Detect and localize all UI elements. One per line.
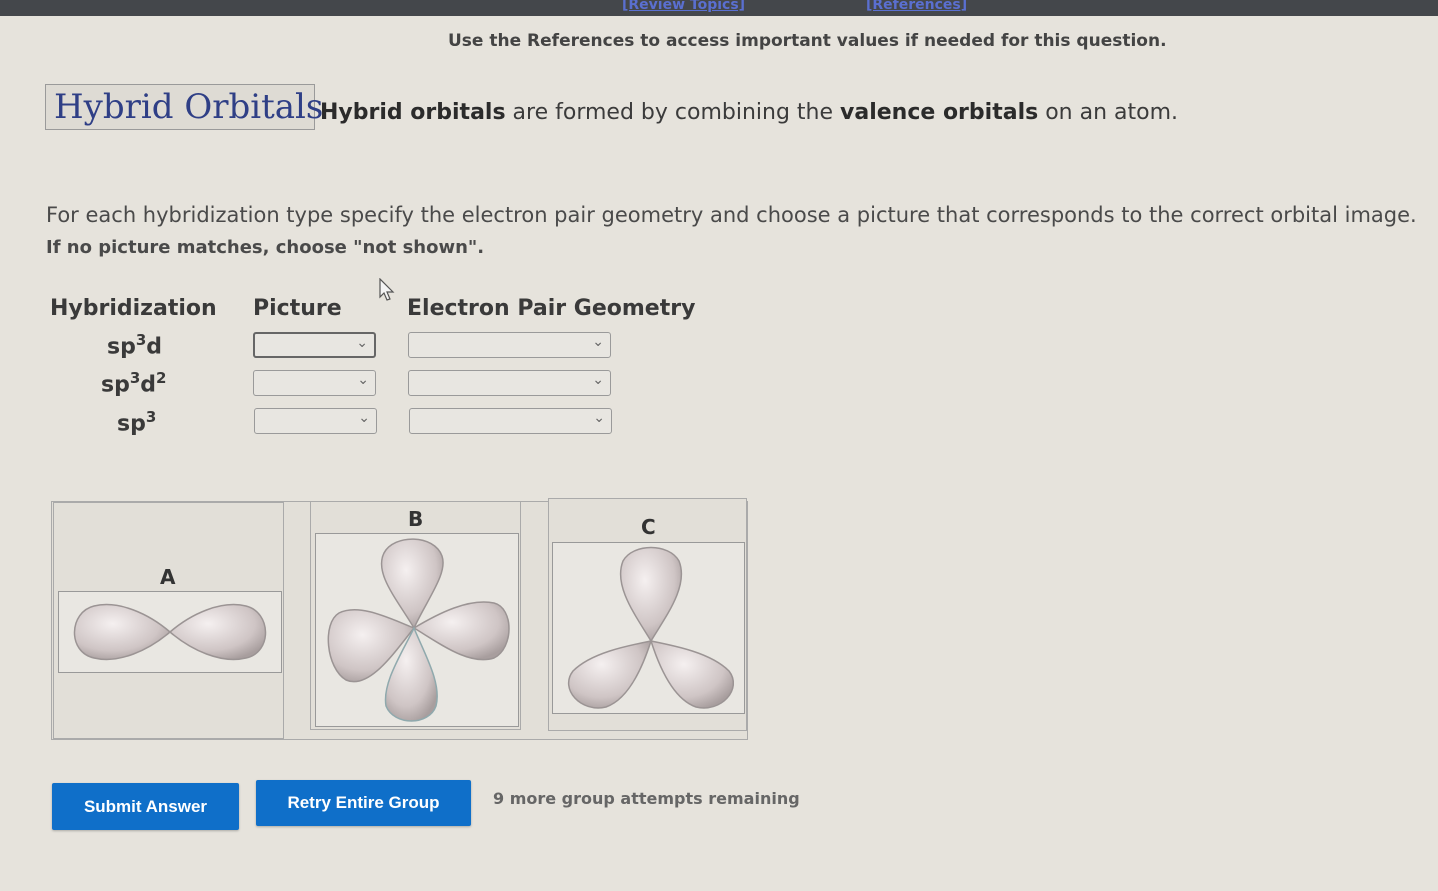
hyb-sup: 3: [135, 331, 147, 349]
geometry-select-sp3d2[interactable]: ⌄: [408, 370, 611, 396]
picture-select-sp3d[interactable]: ⌄: [253, 332, 376, 358]
chevron-down-icon: ⌄: [357, 372, 369, 388]
hyb-sup-2: 2: [156, 369, 167, 387]
linear-orbital-icon: [73, 603, 267, 661]
orbital-image-c: [552, 542, 745, 714]
submit-answer-button[interactable]: Submit Answer: [52, 783, 239, 830]
geometry-select-sp3d[interactable]: ⌄: [408, 332, 611, 358]
picture-select-sp3d2[interactable]: ⌄: [253, 370, 376, 396]
hyb-base: sp: [117, 411, 146, 437]
chevron-down-icon: ⌄: [592, 334, 604, 350]
header-hybridization: Hybridization: [50, 296, 217, 321]
orbital-image-a: [58, 591, 282, 673]
hybridization-sp3d2: sp3d2: [101, 369, 166, 397]
intro-text-middle: are formed by combining the: [505, 100, 841, 125]
references-notice: Use the References to access important v…: [448, 31, 1167, 51]
picture-select-sp3[interactable]: ⌄: [254, 408, 377, 434]
hyb-d: d: [146, 334, 163, 360]
picture-label-c: C: [641, 515, 656, 539]
retry-group-button[interactable]: Retry Entire Group: [256, 780, 471, 826]
topic-title-box: Hybrid Orbitals: [45, 84, 323, 130]
hyb-base: sp: [101, 372, 130, 398]
picture-panel-b: B: [310, 501, 521, 730]
hyb-sup: 3: [129, 369, 141, 387]
picture-label-b: B: [408, 507, 424, 531]
chevron-down-icon: ⌄: [356, 335, 368, 351]
picture-panel-a: A: [53, 502, 284, 739]
tetrahedral-orbital-icon: [327, 538, 510, 722]
hyb-d: d: [140, 372, 157, 398]
instructions-line-1: For each hybridization type specify the …: [46, 203, 1417, 227]
attempts-remaining: 9 more group attempts remaining: [493, 789, 800, 808]
references-link[interactable]: [References]: [866, 0, 967, 13]
review-topics-link[interactable]: [Review Topics]: [622, 0, 745, 13]
hyb-sup: 3: [145, 408, 157, 426]
picture-label-a: A: [160, 565, 176, 589]
top-bar: [Review Topics] [References]: [0, 0, 1438, 16]
trigonal-planar-orbital-icon: [567, 546, 735, 709]
chevron-down-icon: ⌄: [358, 410, 370, 426]
orbital-image-b: [315, 533, 519, 727]
header-geometry: Electron Pair Geometry: [407, 296, 696, 321]
header-picture: Picture: [253, 296, 342, 321]
intro-term-valence: valence orbitals: [840, 100, 1039, 125]
page-title: Hybrid Orbitals: [54, 87, 324, 127]
chevron-down-icon: ⌄: [592, 372, 604, 388]
geometry-select-sp3[interactable]: ⌄: [409, 408, 612, 434]
mouse-cursor-icon: [379, 278, 395, 301]
intro-text-end: on an atom.: [1038, 100, 1179, 125]
hyb-base: sp: [107, 334, 136, 360]
chevron-down-icon: ⌄: [593, 410, 605, 426]
picture-panel-c: C: [548, 498, 747, 731]
hybridization-sp3d: sp3d: [107, 331, 162, 359]
intro-text: Hybrid orbitals are formed by combining …: [320, 100, 1178, 125]
intro-term-hybrid: Hybrid orbitals: [320, 100, 506, 125]
hybridization-sp3: sp3: [117, 408, 156, 436]
instructions-line-2: If no picture matches, choose "not shown…: [46, 237, 485, 258]
